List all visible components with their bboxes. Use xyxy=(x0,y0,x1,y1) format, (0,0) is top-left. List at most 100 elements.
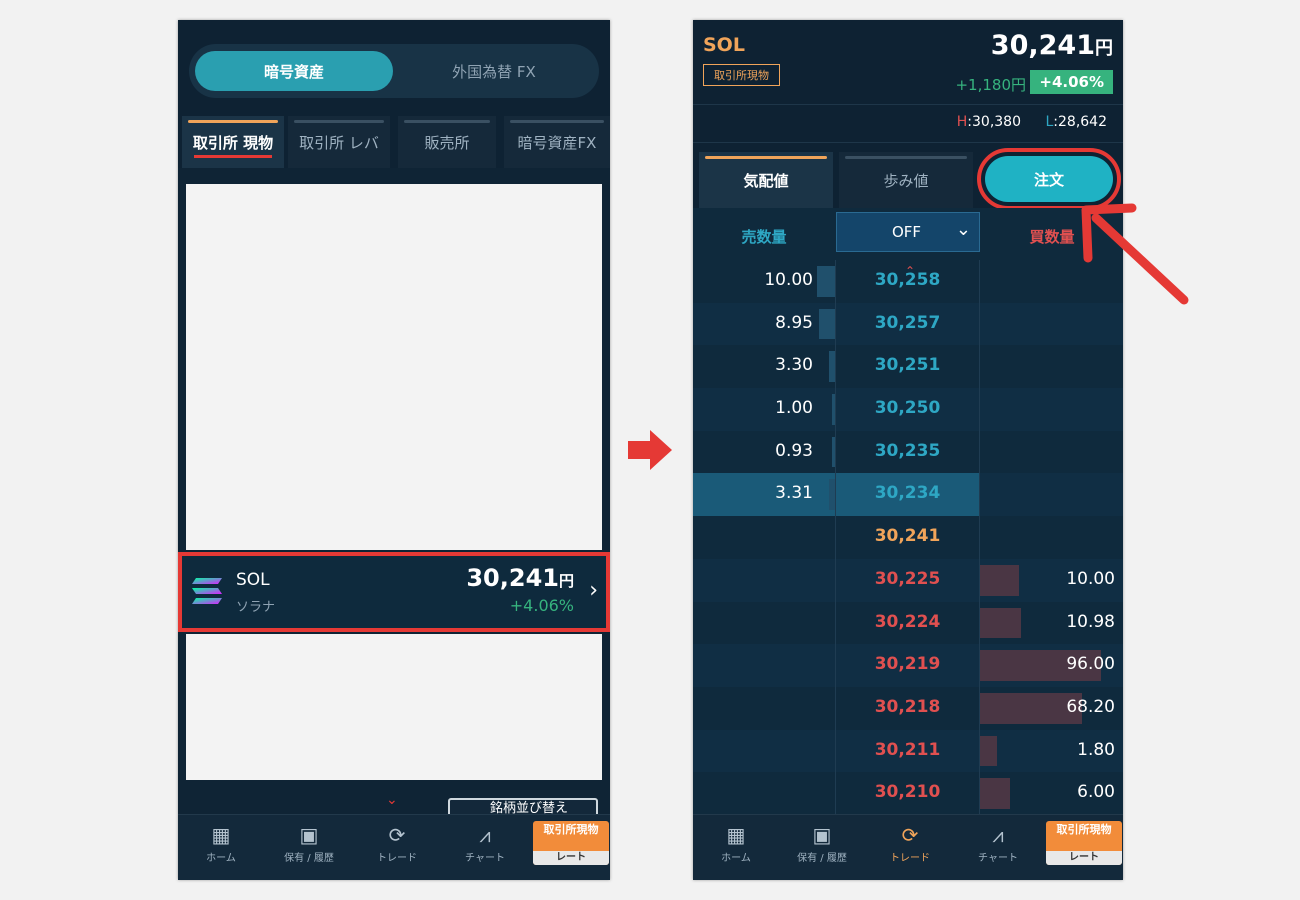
ask-qty: 0.93 xyxy=(775,440,813,461)
header-price: 30,241円 xyxy=(990,30,1113,61)
nav-home[interactable]: ▦ ホーム xyxy=(693,821,779,875)
ask-qty-cell: 8.95 xyxy=(693,303,835,346)
ask-row[interactable]: 1.00 30,250 xyxy=(693,388,1123,431)
nav-home[interactable]: ▦ ホーム xyxy=(178,821,264,875)
bid-qty-cell: 10.98 xyxy=(980,602,1123,645)
ask-qty-cell xyxy=(693,644,835,687)
bid-row[interactable]: 30,225 10.00 xyxy=(693,558,1123,602)
nav-label: トレード xyxy=(377,853,417,864)
nav-trade[interactable]: ⟳ トレード xyxy=(867,821,953,875)
bottom-nav: ▦ ホーム ▣ 保有 / 履歴 ⟳ トレード ⩘ チャート 取引所現物 レート xyxy=(178,814,610,880)
bid-qty-cell: 96.00 xyxy=(980,644,1123,687)
chevron-down-icon[interactable]: ⌄ xyxy=(386,792,398,808)
bid-qty: 6.00 xyxy=(1077,782,1115,803)
ask-qty-cell xyxy=(693,730,835,773)
tab-exchange-spot[interactable]: 取引所 現物 xyxy=(182,116,284,168)
ask-price-cell: 30,250 xyxy=(835,388,980,431)
bid-volume-bar xyxy=(980,607,1021,639)
ask-qty-cell: 0.93 xyxy=(693,431,835,474)
ask-qty-cell: 3.31 xyxy=(693,473,835,517)
empty-cell xyxy=(693,516,835,559)
empty-cell xyxy=(980,516,1123,559)
crypto-segment-button[interactable]: 暗号資産 xyxy=(195,51,393,91)
ask-price: 30,250 xyxy=(874,398,941,419)
bid-row[interactable]: 30,224 10.98 xyxy=(693,601,1123,645)
left-phone-screen: 暗号資産 外国為替 FX 取引所 現物 取引所 レバ 販売所 暗号資産FX SO… xyxy=(178,20,610,880)
ask-qty-cell xyxy=(693,559,835,602)
market-rate-badge[interactable]: 取引所現物 レート xyxy=(1046,821,1122,865)
symbol-list xyxy=(178,168,610,808)
bid-row[interactable]: 30,210 6.00 xyxy=(693,772,1123,814)
bid-row[interactable]: 30,211 1.80 xyxy=(693,729,1123,773)
bid-qty-cell xyxy=(980,473,1123,516)
bid-qty-cell: 1.80 xyxy=(980,730,1123,773)
ask-qty: 3.30 xyxy=(775,355,813,376)
bid-qty: 68.20 xyxy=(1066,696,1115,717)
symbol-change: +4.06% xyxy=(509,596,574,615)
tab-indicator xyxy=(705,156,827,159)
tab-exchange-leverage[interactable]: 取引所 レバ xyxy=(288,116,390,168)
bid-row[interactable]: 30,218 68.20 xyxy=(693,686,1123,730)
ask-qty-cell: 1.00 xyxy=(693,388,835,431)
tab-crypto-fx[interactable]: 暗号資産FX xyxy=(504,116,610,168)
bid-qty-cell xyxy=(980,431,1123,474)
ask-row[interactable]: 3.30 30,251 xyxy=(693,345,1123,389)
next-step-arrow-icon xyxy=(628,430,672,470)
symbol-row-sol[interactable]: SOL ソラナ 30,241円 +4.06% › xyxy=(178,552,610,632)
nav-holdings[interactable]: ▣ 保有 / 履歴 xyxy=(266,821,352,875)
market-rate-badge[interactable]: 取引所現物 レート xyxy=(533,821,609,865)
bid-price-cell: 30,219 xyxy=(835,644,980,687)
bid-price-cell: 30,225 xyxy=(835,558,980,602)
fx-segment-button[interactable]: 外国為替 FX xyxy=(395,51,593,91)
ask-qty-cell xyxy=(693,772,835,814)
pointer-arrow-icon xyxy=(1081,203,1189,305)
tab-trade-history[interactable]: 歩み値 xyxy=(839,152,973,209)
ask-qty: 10.00 xyxy=(764,270,813,290)
ask-row[interactable]: 3.31 30,234 xyxy=(693,473,1123,517)
high-price: H:30,380 xyxy=(956,114,1021,130)
header-symbol: SOL xyxy=(703,34,745,56)
tab-label: 販売所 xyxy=(424,133,470,152)
bid-row[interactable]: 30,219 96.00 xyxy=(693,644,1123,687)
bid-qty: 10.00 xyxy=(1066,568,1115,589)
last-price-row: 30,241 xyxy=(693,516,1123,559)
bid-price: 30,224 xyxy=(874,611,941,632)
masked-area xyxy=(186,634,602,780)
nav-holdings[interactable]: ▣ 保有 / 履歴 xyxy=(779,821,865,875)
tab-dealer[interactable]: 販売所 xyxy=(398,116,496,168)
nav-chart[interactable]: ⩘ チャート xyxy=(955,821,1041,875)
price-group-select[interactable]: OFF ⌄ xyxy=(836,212,980,252)
scroll-up-icon[interactable]: ⌃ xyxy=(905,264,915,278)
ask-row[interactable]: 0.93 30,235 xyxy=(693,430,1123,474)
ask-qty: 3.31 xyxy=(775,483,813,504)
sell-qty-header: 売数量 xyxy=(741,228,787,246)
badge-market: 取引所現物 xyxy=(1056,823,1112,836)
tab-label: 取引所 レバ xyxy=(299,133,379,152)
masked-area xyxy=(186,184,602,550)
list-footer: ⌄ 銘柄並び替え xyxy=(178,786,610,822)
ask-price-cell: 30,251 xyxy=(835,345,980,389)
select-value: OFF xyxy=(892,223,922,241)
ask-volume-bar xyxy=(817,266,835,297)
order-book: 10.00 30,258 8.95 30,257 3.30 30,251 1.00 30,25… xyxy=(693,260,1123,814)
bid-price-cell: 30,218 xyxy=(835,686,980,730)
bottom-nav: ▦ ホーム ▣ 保有 / 履歴 ⟳ トレード ⩘ チャート 取引所現物 レート xyxy=(693,814,1123,880)
ask-price: 30,257 xyxy=(874,312,941,333)
bid-price: 30,225 xyxy=(874,568,941,589)
ask-qty-cell xyxy=(693,602,835,645)
refresh-arrows-icon: ⟳ xyxy=(901,823,919,847)
nav-label: チャート xyxy=(465,853,505,864)
tab-order-book[interactable]: 気配値 xyxy=(699,152,833,209)
low-price: L:28,642 xyxy=(1045,114,1107,130)
tab-indicator xyxy=(294,120,384,123)
ask-row[interactable]: 8.95 30,257 xyxy=(693,302,1123,346)
ask-price-cell: 30,257 xyxy=(835,302,980,346)
nav-chart[interactable]: ⩘ チャート xyxy=(442,821,528,875)
bid-price-cell: 30,224 xyxy=(835,601,980,645)
bid-qty: 1.80 xyxy=(1077,739,1115,760)
bid-price-cell: 30,211 xyxy=(835,729,980,773)
nav-trade[interactable]: ⟳ トレード xyxy=(354,821,440,875)
symbol-name: ソラナ xyxy=(236,600,276,615)
bid-volume-bar xyxy=(980,778,1010,809)
tab-label: 歩み値 xyxy=(883,172,929,190)
